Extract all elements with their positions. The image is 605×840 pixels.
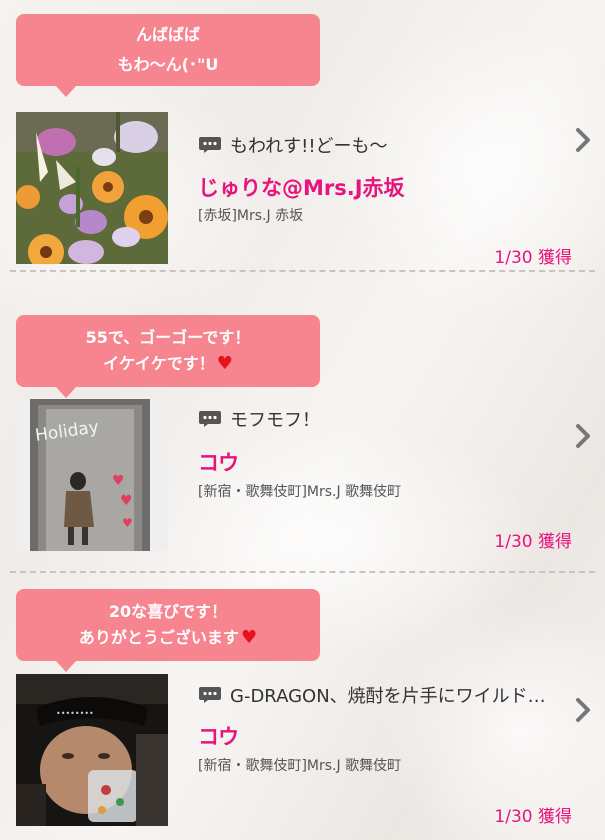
bubble-line-1: 20な喜びです！ [108,602,228,621]
bubble-line-1: んばばば [135,25,200,44]
flower-bouquet-photo [16,112,168,264]
chevron-right-icon[interactable] [573,422,595,450]
speech-bubble-icon [199,687,221,703]
acquired-count: 1/30 獲得 [494,532,572,552]
svg-text:••••••••: •••••••• [56,709,94,718]
message-text: もわれす!!どーも〜 [230,136,388,157]
speech-bubble-icon [199,411,221,427]
heart-icon: ♥ [240,627,258,648]
post-card[interactable]: んばばば もわ〜ん(･"U もわれす!!どーも〜 じゅりな@Mrs.J赤坂 [赤… [0,0,605,272]
holiday-mirror-photo: Holiday ♥ ♥ ♥ [16,399,168,551]
svg-text:♥: ♥ [122,516,133,530]
bubble-line-2: もわ〜ん(･"U [117,55,219,74]
bubble-line-1: 55で、ゴーゴーです！ [85,328,251,347]
girl-name-link[interactable]: コウ [198,721,239,751]
svg-text:♥: ♥ [120,493,133,509]
acquired-count: 1/30 獲得 [494,248,572,268]
post-thumbnail[interactable] [16,112,168,264]
post-thumbnail[interactable]: •••••••• [16,674,168,826]
bubble-line-2: ありがとうございます [78,628,239,647]
post-thumbnail[interactable]: Holiday ♥ ♥ ♥ [16,399,168,551]
post-card[interactable]: 55で、ゴーゴーです！ イケイケです！ ♥ Holiday ♥ ♥ ♥ モフモフ… [0,301,605,573]
svg-text:♥: ♥ [112,473,125,489]
post-card[interactable]: 20な喜びです！ ありがとうございます ♥ •••••••• G-DRAGON、焼 [0,575,605,840]
shop-label: [赤坂]Mrs.J 赤坂 [198,208,304,224]
message-text: G-DRAGON、焼酎を片手にワイルド… [230,686,546,707]
chevron-right-icon[interactable] [573,126,595,154]
comment-bubble: 55で、ゴーゴーです！ イケイケです！ ♥ [16,315,320,398]
heart-icon: ♥ [216,353,233,374]
comment-bubble: 20な喜びです！ ありがとうございます ♥ [16,589,320,672]
divider [10,571,595,573]
divider [10,270,595,272]
message-text: モフモフ！ [230,410,320,431]
latest-message: もわれす!!どーも〜 [198,132,570,158]
chevron-right-icon[interactable] [573,696,595,724]
speech-bubble-icon [199,137,221,153]
girl-name-link[interactable]: コウ [198,447,239,477]
shop-label: [新宿・歌舞伎町]Mrs.J 歌舞伎町 [198,484,402,500]
bubble-line-2: イケイケです！ [103,354,215,373]
latest-message: モフモフ！ [198,406,570,432]
person-with-glass-photo: •••••••• [16,674,168,826]
shop-label: [新宿・歌舞伎町]Mrs.J 歌舞伎町 [198,758,402,774]
latest-message: G-DRAGON、焼酎を片手にワイルド… [198,682,570,708]
comment-bubble: んばばば もわ〜ん(･"U [16,14,320,97]
acquired-count: 1/30 獲得 [494,807,572,827]
girl-name-link[interactable]: じゅりな@Mrs.J赤坂 [198,172,405,202]
